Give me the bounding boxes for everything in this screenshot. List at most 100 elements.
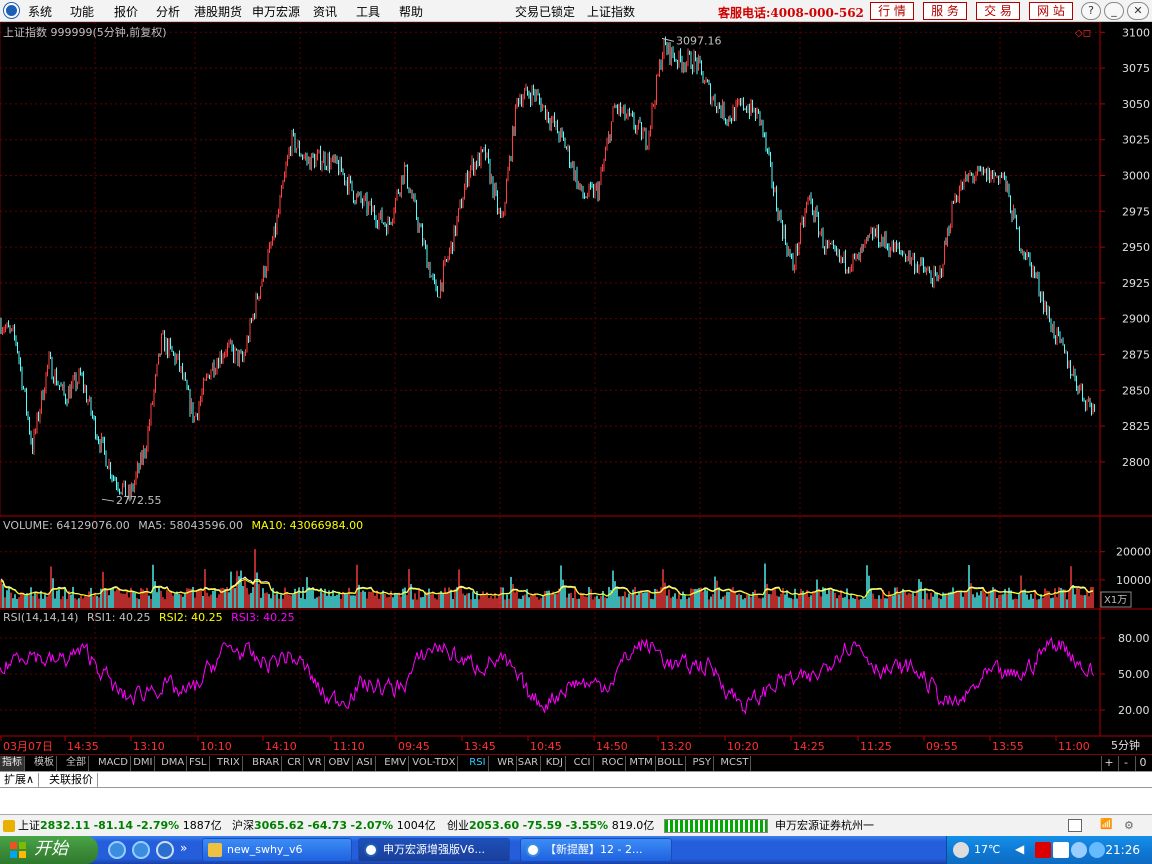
menu-hk-futures[interactable]: 港股期货 bbox=[194, 3, 242, 20]
time-tick-label: 14:10 bbox=[265, 740, 297, 753]
related-quote-tab[interactable]: 关联报价 bbox=[45, 773, 98, 787]
rsi-path bbox=[0, 636, 1094, 715]
network-icon[interactable] bbox=[1089, 842, 1105, 858]
indicator-tab-kdj[interactable]: KDJ bbox=[544, 756, 566, 771]
sh-index-group: 上证2832.11 -81.14 -2.79% 1887亿 bbox=[18, 816, 222, 836]
price-tick-label: 3000 bbox=[1122, 169, 1150, 182]
menu-news[interactable]: 资讯 bbox=[313, 3, 337, 20]
folder-icon bbox=[208, 843, 222, 857]
menu-help[interactable]: 帮助 bbox=[399, 3, 423, 20]
start-label: 开始 bbox=[34, 839, 68, 859]
time-tick-label: 10:20 bbox=[727, 740, 759, 753]
indicator-tab-macd[interactable]: MACD bbox=[96, 756, 131, 771]
help-icon[interactable]: ? bbox=[1081, 2, 1101, 20]
rsi3-value: RSI3: 40.25 bbox=[231, 611, 295, 624]
indicator-tab-cci[interactable]: CCI bbox=[572, 756, 594, 771]
zoom-out-button[interactable]: - bbox=[1118, 756, 1133, 771]
indicator-tab-obv[interactable]: OBV bbox=[327, 756, 353, 771]
price-candles bbox=[0, 36, 1095, 502]
indicator-tab-psy[interactable]: PSY bbox=[691, 756, 714, 771]
volume-ma5: MA5: 58043596.00 bbox=[138, 519, 243, 532]
trade-button[interactable]: 交 易 bbox=[976, 2, 1020, 20]
reset-button[interactable]: 0 bbox=[1135, 756, 1150, 771]
temperature: 17℃ bbox=[974, 843, 1001, 856]
signal-icon[interactable]: 📶 bbox=[1100, 818, 1116, 832]
expand-tab[interactable]: 扩展∧ bbox=[0, 773, 40, 787]
hs-amount: 1004亿 bbox=[396, 819, 436, 832]
volume-label: VOLUME: 64129076.00 MA5: 58043596.00 MA1… bbox=[3, 519, 363, 532]
task-swhy[interactable]: 申万宏源增强版V6... bbox=[358, 838, 510, 862]
indicator-tab-rsi[interactable]: RSI bbox=[467, 756, 489, 771]
indicator-tab-cr[interactable]: CR bbox=[285, 756, 305, 771]
menu-function[interactable]: 功能 bbox=[70, 3, 94, 20]
low-price-label: 2772.55 bbox=[116, 494, 162, 507]
indicator-tab-vr[interactable]: VR bbox=[306, 756, 325, 771]
trade-lock-status[interactable]: 交易已锁定 bbox=[515, 3, 575, 20]
status-arrow-icon[interactable] bbox=[3, 820, 15, 832]
rsi-line bbox=[0, 636, 1094, 715]
minimize-icon[interactable]: _ bbox=[1104, 2, 1124, 20]
hs-change: -64.73 bbox=[307, 819, 347, 832]
indicator-tab-dmi[interactable]: DMI bbox=[131, 756, 156, 771]
cloud-icon[interactable] bbox=[953, 842, 969, 858]
rsi-label: RSI(14,14,14) RSI1: 40.25 RSI2: 40.25 RS… bbox=[3, 611, 295, 624]
window-icon[interactable] bbox=[1068, 819, 1082, 832]
indicator-tab-全部[interactable]: 全部 bbox=[64, 756, 89, 771]
indicator-tab-emv[interactable]: EMV bbox=[382, 756, 410, 771]
indicator-tab-wr[interactable]: WR bbox=[495, 756, 518, 771]
ime-icon[interactable] bbox=[1053, 842, 1069, 858]
period-label[interactable]: 5分钟 bbox=[1111, 738, 1140, 752]
zoom-in-button[interactable]: + bbox=[1101, 756, 1116, 771]
panel-expand-icon[interactable]: ◇◻ bbox=[1075, 28, 1091, 39]
price-tick-label: 3050 bbox=[1122, 98, 1150, 111]
volume-tick-label: 10000 bbox=[1116, 574, 1151, 587]
volume-y-axis: 20000 10000 bbox=[1100, 546, 1151, 587]
menu-tools[interactable]: 工具 bbox=[356, 3, 380, 20]
indicator-tab-asi[interactable]: ASI bbox=[354, 756, 376, 771]
indicator-tab-roc[interactable]: ROC bbox=[600, 756, 627, 771]
menu-bar: 系统 功能 报价 分析 港股期货 申万宏源 资讯 工具 帮助 交易已锁定 上证指… bbox=[0, 0, 1152, 22]
indicator-tab-mtm[interactable]: MTM bbox=[627, 756, 656, 771]
cy-change: -75.59 bbox=[522, 819, 562, 832]
time-tick-label: 13:10 bbox=[133, 740, 165, 753]
task-folder-label: new_swhy_v6 bbox=[227, 843, 303, 856]
task-folder[interactable]: new_swhy_v6 bbox=[202, 838, 352, 862]
market-button[interactable]: 行 情 bbox=[870, 2, 914, 20]
start-button[interactable]: 开始 bbox=[0, 836, 98, 864]
service-button[interactable]: 服 务 bbox=[923, 2, 967, 20]
indicator-tab-fsl[interactable]: FSL bbox=[187, 756, 210, 771]
indicator-tab-brar[interactable]: BRAR bbox=[250, 756, 283, 771]
sh-change: -81.14 bbox=[93, 819, 133, 832]
menu-swhy[interactable]: 申万宏源 bbox=[252, 3, 300, 20]
arrow-left-icon[interactable]: ◀ bbox=[1015, 842, 1031, 858]
time-tick-label: 10:10 bbox=[200, 740, 232, 753]
ie-icon[interactable] bbox=[108, 841, 126, 859]
antivirus-icon[interactable] bbox=[1035, 842, 1051, 858]
menu-quote[interactable]: 报价 bbox=[114, 3, 138, 20]
menu-system[interactable]: 系统 bbox=[28, 3, 52, 20]
shield-icon[interactable] bbox=[1071, 842, 1087, 858]
chart-area[interactable]: 上证指数 999999(5分钟,前复权) ◇◻ 3100 3075 3050 3025… bbox=[0, 21, 1152, 754]
close-icon[interactable]: ✕ bbox=[1127, 2, 1149, 20]
website-button[interactable]: 网 站 bbox=[1029, 2, 1073, 20]
indicator-tab-指标[interactable]: 指标 bbox=[0, 756, 25, 771]
ie-icon-2[interactable] bbox=[132, 841, 150, 859]
task-swhy-label: 申万宏源增强版V6... bbox=[383, 843, 486, 856]
volume-value: VOLUME: 64129076.00 bbox=[3, 519, 130, 532]
indicator-tab-dma[interactable]: DMA bbox=[159, 756, 188, 771]
indicator-tab-trix[interactable]: TRIX bbox=[215, 756, 243, 771]
indicator-tab-vol-tdx[interactable]: VOL-TDX bbox=[410, 756, 459, 771]
time-tick-label: 13:20 bbox=[660, 740, 692, 753]
price-tick-label: 3075 bbox=[1122, 62, 1150, 75]
indicator-tab-模板[interactable]: 模板 bbox=[32, 756, 57, 771]
chevron-right-icon[interactable]: » bbox=[180, 841, 192, 859]
menu-analysis[interactable]: 分析 bbox=[156, 3, 180, 20]
ie-icon-3[interactable] bbox=[156, 841, 174, 859]
indicator-tab-sar[interactable]: SAR bbox=[516, 756, 542, 771]
task-browser[interactable]: 【新提醒】12 - 2... bbox=[520, 838, 672, 862]
indicator-tab-boll[interactable]: BOLL bbox=[655, 756, 686, 771]
indicator-tab-mcst[interactable]: MCST bbox=[718, 756, 752, 771]
chart-svg[interactable]: 上证指数 999999(5分钟,前复权) ◇◻ 3100 3075 3050 3025… bbox=[0, 21, 1152, 754]
settings-icon[interactable]: ⚙ bbox=[1124, 818, 1140, 834]
indicator-tab-bar: 指标 模板 全部 MACD DMI DMA FSL TRIX BRAR CR VR OBV ASI EMV… bbox=[0, 754, 1152, 771]
